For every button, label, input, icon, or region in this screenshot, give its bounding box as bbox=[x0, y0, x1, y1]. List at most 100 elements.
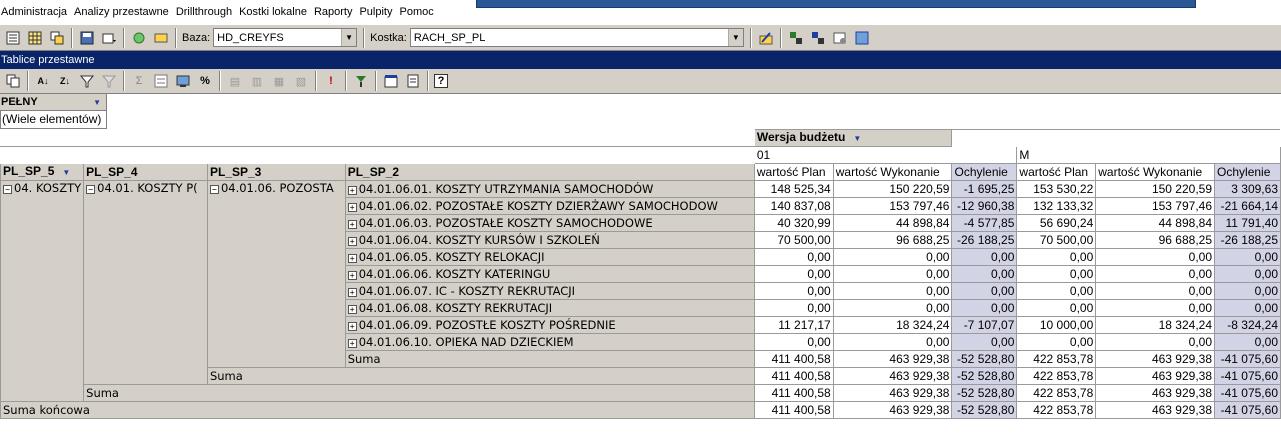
new-dropdown-icon[interactable] bbox=[100, 29, 118, 47]
alert-icon[interactable]: ! bbox=[322, 72, 340, 90]
total-value-cell: -41 075,60 bbox=[1214, 401, 1281, 419]
measure-header: Ochylenie bbox=[951, 163, 1018, 181]
menu-administracja[interactable]: Administracja bbox=[1, 0, 73, 24]
collapse-icon[interactable]: − bbox=[3, 185, 12, 194]
row-member-sp2[interactable]: +04.01.06.08. KOSZTY REKRUTACJI bbox=[344, 299, 755, 317]
value-cell: 3 309,63 bbox=[1214, 180, 1281, 198]
refresh-icon[interactable] bbox=[130, 29, 148, 47]
row-member-sp4[interactable]: −04.01. KOSZTY P( bbox=[83, 180, 208, 385]
filter-clear-icon[interactable] bbox=[100, 72, 118, 90]
edit-icon[interactable] bbox=[757, 29, 775, 47]
layout-b-icon[interactable]: ▥ bbox=[248, 72, 266, 90]
chart-icon[interactable] bbox=[174, 72, 192, 90]
value-cell: 140 837,08 bbox=[753, 197, 834, 215]
percent-icon[interactable]: % bbox=[196, 72, 214, 90]
expand-icon[interactable]: + bbox=[347, 321, 357, 331]
sort-descending-icon[interactable]: Z↓ bbox=[56, 72, 74, 90]
page-field-pelny[interactable]: PEŁNY ▼ bbox=[0, 94, 107, 111]
baza-select[interactable]: HD_CREYFS ▼ bbox=[213, 28, 358, 47]
expand-icon[interactable]: + bbox=[347, 287, 357, 297]
cube-remove-icon[interactable] bbox=[809, 29, 827, 47]
sum-icon[interactable]: Σ bbox=[130, 72, 148, 90]
expand-icon[interactable]: + bbox=[347, 270, 357, 280]
value-cell: 96 688,25 bbox=[832, 231, 953, 249]
cascade-windows-icon[interactable] bbox=[48, 29, 66, 47]
row-member-sp2[interactable]: +04.01.06.04. KOSZTY KURSÓW I SZKOLEŃ bbox=[344, 231, 755, 249]
expand-icon[interactable]: + bbox=[347, 338, 357, 348]
list-icon[interactable] bbox=[4, 29, 22, 47]
filter-icon[interactable] bbox=[78, 72, 96, 90]
layout-a-icon[interactable]: ▤ bbox=[226, 72, 244, 90]
sort-ascending-icon[interactable]: A↓ bbox=[34, 72, 52, 90]
expand-icon[interactable]: + bbox=[347, 236, 357, 246]
properties-icon[interactable] bbox=[404, 72, 422, 90]
chevron-down-icon[interactable]: ▼ bbox=[727, 29, 743, 46]
chevron-down-icon[interactable]: ▼ bbox=[93, 94, 101, 111]
menu-pulpity[interactable]: Pulpity bbox=[359, 0, 398, 24]
value-cell: 0,00 bbox=[1214, 248, 1281, 266]
row-member-sp3[interactable]: −04.01.06. POZOSTA bbox=[206, 180, 346, 368]
chevron-down-icon[interactable]: ▼ bbox=[341, 29, 357, 46]
member-label: 04.01.06.08. KOSZTY REKRUTACJI bbox=[358, 300, 553, 315]
expand-icon[interactable]: + bbox=[347, 185, 357, 195]
chevron-down-icon[interactable]: ▼ bbox=[62, 168, 70, 177]
pivot-grid: Wersja budżetu ▼ 01 M PL_SP_5 ▼ PL_SP_4 PL_SP_3… bbox=[0, 129, 1281, 419]
window-icon[interactable] bbox=[853, 29, 871, 47]
tools-icon[interactable] bbox=[831, 29, 849, 47]
connect-icon[interactable] bbox=[152, 29, 170, 47]
kostka-label: Kostka: bbox=[370, 31, 407, 44]
field-list-icon[interactable] bbox=[152, 72, 170, 90]
expand-icon[interactable]: + bbox=[347, 253, 357, 263]
total-value-cell: -52 528,80 bbox=[951, 350, 1018, 368]
menu-drillthrough[interactable]: Drillthrough bbox=[176, 0, 238, 24]
column-field-wersja[interactable]: Wersja budżetu ▼ bbox=[753, 129, 953, 147]
value-cell: 148 525,34 bbox=[753, 180, 834, 198]
row-member-sp2[interactable]: +04.01.06.01. KOSZTY UTRZYMANIA SAMOCHOD… bbox=[344, 180, 755, 198]
row-member-sp2[interactable]: +04.01.06.03. POZOSTAŁE KOSZTY SAMOCHODO… bbox=[344, 214, 755, 232]
value-cell: 10 000,00 bbox=[1016, 316, 1097, 334]
row-member-sp2[interactable]: +04.01.06.02. POZOSTAŁE KOSZTY DZIERŻAWY… bbox=[344, 197, 755, 215]
pivot-toolbar: A↓ Z↓ Σ % ▤ ▥ ▦ ▧ ! ? bbox=[0, 69, 1281, 94]
value-cell: 0,00 bbox=[951, 282, 1018, 300]
export-icon[interactable] bbox=[382, 72, 400, 90]
layout-d-icon[interactable]: ▧ bbox=[292, 72, 310, 90]
kostka-select[interactable]: RACH_SP_PL ▼ bbox=[409, 28, 744, 47]
row-member-sp2[interactable]: +04.01.06.05. KOSZTY RELOKACJI bbox=[344, 248, 755, 266]
collapse-icon[interactable]: − bbox=[209, 185, 219, 194]
total-value-cell: 422 853,78 bbox=[1016, 367, 1097, 385]
subtotal-label: Suma bbox=[83, 384, 755, 402]
menu-analizy-przestawne[interactable]: Analizy przestawne bbox=[74, 0, 175, 24]
menu-kostki-lokalne[interactable]: Kostki lokalne bbox=[239, 0, 313, 24]
expand-icon[interactable]: + bbox=[347, 202, 357, 212]
cube-add-icon[interactable] bbox=[787, 29, 805, 47]
row-field-pl-sp-3[interactable]: PL_SP_3 bbox=[206, 163, 346, 181]
help-icon[interactable]: ? bbox=[434, 74, 448, 88]
row-field-pl-sp-4[interactable]: PL_SP_4 bbox=[83, 163, 208, 181]
expand-icon[interactable]: + bbox=[347, 219, 357, 229]
collapse-icon[interactable]: − bbox=[86, 185, 96, 194]
row-field-label: PL_SP_4 bbox=[86, 164, 138, 179]
row-member-sp5[interactable]: −04. KOSZTY bbox=[0, 180, 85, 402]
copy-icon[interactable] bbox=[4, 72, 22, 90]
value-cell: 0,00 bbox=[1095, 333, 1216, 351]
chevron-down-icon[interactable]: ▼ bbox=[853, 134, 861, 143]
member-label: 04.01. KOSZTY P( bbox=[97, 181, 198, 196]
value-cell: 0,00 bbox=[832, 282, 953, 300]
drill-icon[interactable] bbox=[352, 72, 370, 90]
expand-icon[interactable]: + bbox=[347, 304, 357, 314]
row-member-sp2[interactable]: +04.01.06.09. POZOSTŁE KOSZTY POŚREDNIE bbox=[344, 316, 755, 334]
grid-icon[interactable] bbox=[26, 29, 44, 47]
value-cell: 150 220,59 bbox=[832, 180, 953, 198]
row-member-sp2[interactable]: +04.01.06.10. OPIEKA NAD DZIECKIEM bbox=[344, 333, 755, 351]
version-header: 01 bbox=[753, 146, 1018, 164]
save-icon[interactable] bbox=[78, 29, 96, 47]
page-field-value[interactable]: (Wiele elementów) bbox=[0, 111, 107, 129]
row-field-pl-sp-2[interactable]: PL_SP_2 bbox=[344, 163, 755, 181]
menu-raporty[interactable]: Raporty bbox=[314, 0, 359, 24]
row-member-sp2[interactable]: +04.01.06.07. IC - KOSZTY REKRUTACJI bbox=[344, 282, 755, 300]
total-value-cell: 463 929,38 bbox=[832, 401, 953, 419]
row-member-sp2[interactable]: +04.01.06.06. KOSZTY KATERINGU bbox=[344, 265, 755, 283]
layout-c-icon[interactable]: ▦ bbox=[270, 72, 288, 90]
row-field-pl-sp-5[interactable]: PL_SP_5 ▼ bbox=[0, 163, 85, 181]
menu-pomoc[interactable]: Pomoc bbox=[400, 0, 440, 24]
